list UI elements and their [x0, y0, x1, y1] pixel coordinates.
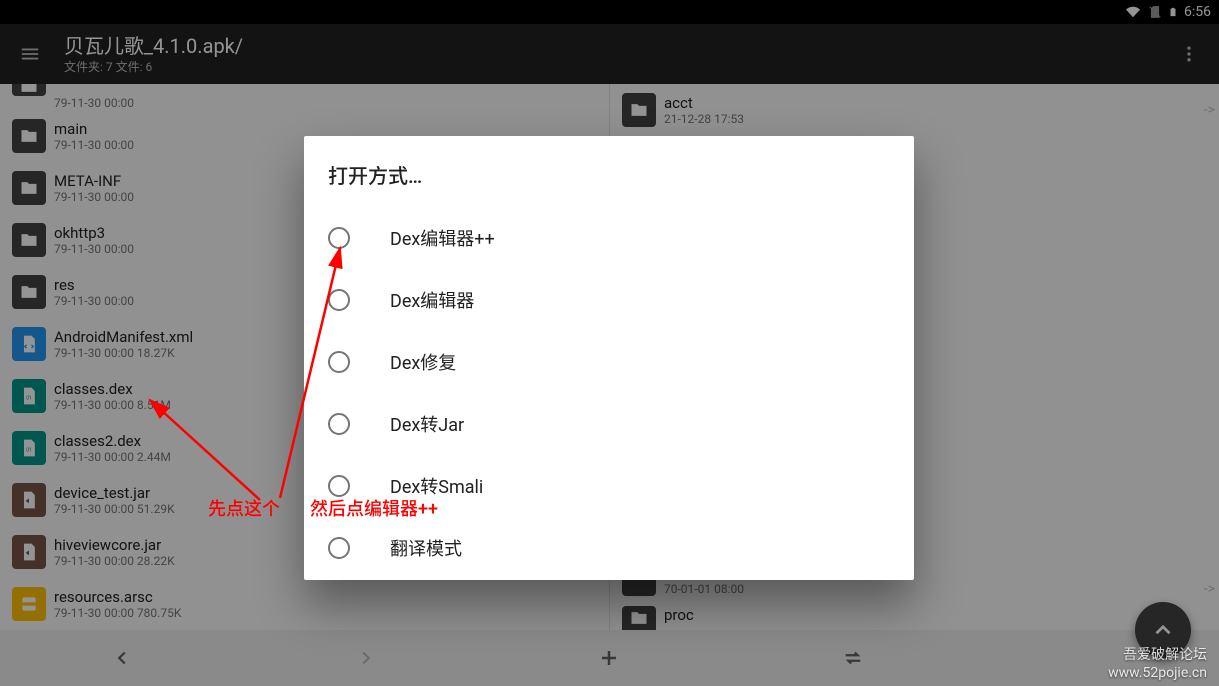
radio-icon: [328, 227, 350, 249]
option-label: Dex修复: [390, 349, 456, 375]
radio-icon: [328, 537, 350, 559]
option-label: Dex编辑器: [390, 287, 474, 313]
annotation-text-1: 先点这个: [208, 495, 280, 521]
radio-icon: [328, 475, 350, 497]
radio-icon: [328, 289, 350, 311]
open-with-option[interactable]: Dex编辑器++: [328, 207, 890, 269]
open-with-option[interactable]: Dex修复: [328, 331, 890, 393]
option-label: Dex编辑器++: [390, 225, 495, 251]
dialog-title: 打开方式…: [328, 160, 890, 189]
watermark-line-1: 吾爱破解论坛: [1108, 646, 1207, 664]
option-label: Dex转Jar: [390, 411, 464, 437]
open-with-option[interactable]: 翻译模式: [328, 517, 890, 579]
radio-icon: [328, 413, 350, 435]
open-with-option[interactable]: Dex转Jar: [328, 393, 890, 455]
annotation-text-2: 然后点编辑器++: [310, 495, 438, 521]
watermark: 吾爱破解论坛 www.52pojie.cn: [1108, 646, 1207, 682]
radio-icon: [328, 351, 350, 373]
option-label: 翻译模式: [390, 535, 462, 561]
open-with-option[interactable]: Dex编辑器: [328, 269, 890, 331]
watermark-line-2: www.52pojie.cn: [1108, 664, 1207, 682]
